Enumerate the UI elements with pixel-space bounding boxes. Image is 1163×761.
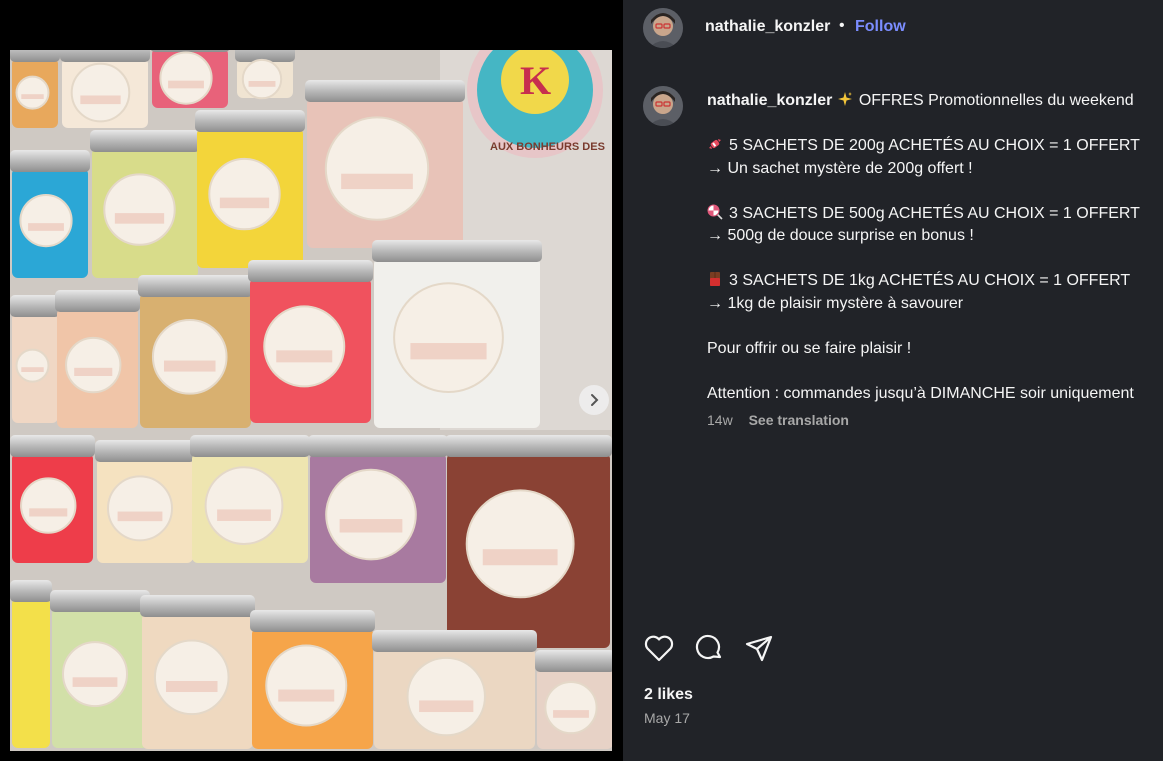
caption-line: → 500g de douce surprise en bonus ! [707,225,1163,248]
caption-line: → 1kg de plaisir mystère à savourer [707,293,1163,316]
svg-text:K: K [520,58,551,103]
jar [140,595,255,749]
jar [372,240,542,428]
post-header: nathalie_konzler • Follow [623,0,1163,58]
candy-icon [709,139,721,149]
like-button[interactable] [643,632,675,664]
caption-line: nathalie_konzler OFFRES Promotionnelles … [707,90,1163,113]
jar [10,295,60,423]
jar [190,435,310,563]
caption-time[interactable]: 14w [707,412,733,428]
avatar-image [643,86,683,126]
jar [235,50,295,100]
chocolate-icon [710,272,720,286]
heart-icon [644,635,674,662]
jar [138,275,253,428]
comment-icon [695,634,722,660]
lollipop-icon [707,204,723,220]
send-icon [745,635,773,662]
comment-button[interactable] [693,632,725,664]
post-date[interactable]: May 17 [644,710,690,726]
jar [445,435,612,648]
jar [10,50,60,128]
see-translation-link[interactable]: See translation [749,412,849,428]
caption-line: 3 SACHETS DE 1kg ACHETÉS AU CHOIX = 1 OF… [707,270,1163,293]
avatar-image [643,8,683,48]
jar [50,590,150,748]
caption-line: 5 SACHETS DE 200g ACHETÉS AU CHOIX = 1 O… [707,135,1163,158]
jar [95,440,195,563]
follow-button[interactable]: Follow [855,18,906,36]
jar [308,435,448,583]
jars-illustration: K AUX BONHEURS DES [10,50,612,751]
caption-line: → Un sachet mystère de 200g offert ! [707,158,1163,181]
share-button[interactable] [743,632,775,664]
caption-line-text: 3 SACHETS DE 1kg ACHETÉS AU CHOIX = 1 OF… [729,272,1131,289]
caption-line-text: Attention : commandes jusqu’à DIMANCHE s… [707,384,1134,402]
header-separator: • [839,17,845,34]
author-avatar[interactable] [643,8,683,48]
jar [10,150,90,278]
next-photo-button[interactable] [579,385,609,415]
caption-avatar[interactable] [643,86,683,126]
caption-username[interactable]: nathalie_konzler [707,92,832,109]
caption-line-text: → 1kg de plaisir mystère à savourer [707,294,964,312]
jar [90,130,200,278]
caption-line: 3 SACHETS DE 500g ACHETÉS AU CHOIX = 1 O… [707,203,1163,226]
jar [535,650,612,749]
caption-line-text: 3 SACHETS DE 500g ACHETÉS AU CHOIX = 1 O… [729,204,1140,222]
jar [151,50,229,108]
caption-line: Attention : commandes jusqu’à DIMANCHE s… [707,383,1163,406]
jar [10,435,95,563]
jar [195,110,305,268]
chevron-right-icon [591,394,599,406]
jar [372,630,537,749]
media-pane: K AUX BONHEURS DES [0,0,623,761]
caption-line-text: OFFRES Promotionnelles du weekend [858,92,1134,109]
caption-line-text: Pour offrir ou se faire plaisir ! [707,339,912,357]
caption-text: nathalie_konzler OFFRES Promotionnelles … [707,90,1163,405]
author-username[interactable]: nathalie_konzler [705,18,830,36]
caption-line-text: 5 SACHETS DE 200g ACHETÉS AU CHOIX = 1 O… [729,137,1140,154]
jar [248,260,373,423]
logo-text: AUX BONHEURS DES [490,141,605,153]
caption-meta: 14w See translation [707,412,849,428]
post-panel: nathalie_konzler • Follow nathalie_konzl… [623,0,1163,761]
likes-count[interactable]: 2 likes [644,686,693,704]
jar [10,580,52,748]
jar [250,610,375,749]
jar [60,50,150,128]
sparkles-icon [837,92,852,106]
caption-line-text: → Un sachet mystère de 200g offert ! [707,159,973,177]
jar [305,80,465,248]
caption-line: Pour offrir ou se faire plaisir ! [707,338,1163,361]
post-photo[interactable]: K AUX BONHEURS DES [10,50,612,751]
jar [55,290,140,428]
caption-line-text: → 500g de douce surprise en bonus ! [707,227,974,244]
